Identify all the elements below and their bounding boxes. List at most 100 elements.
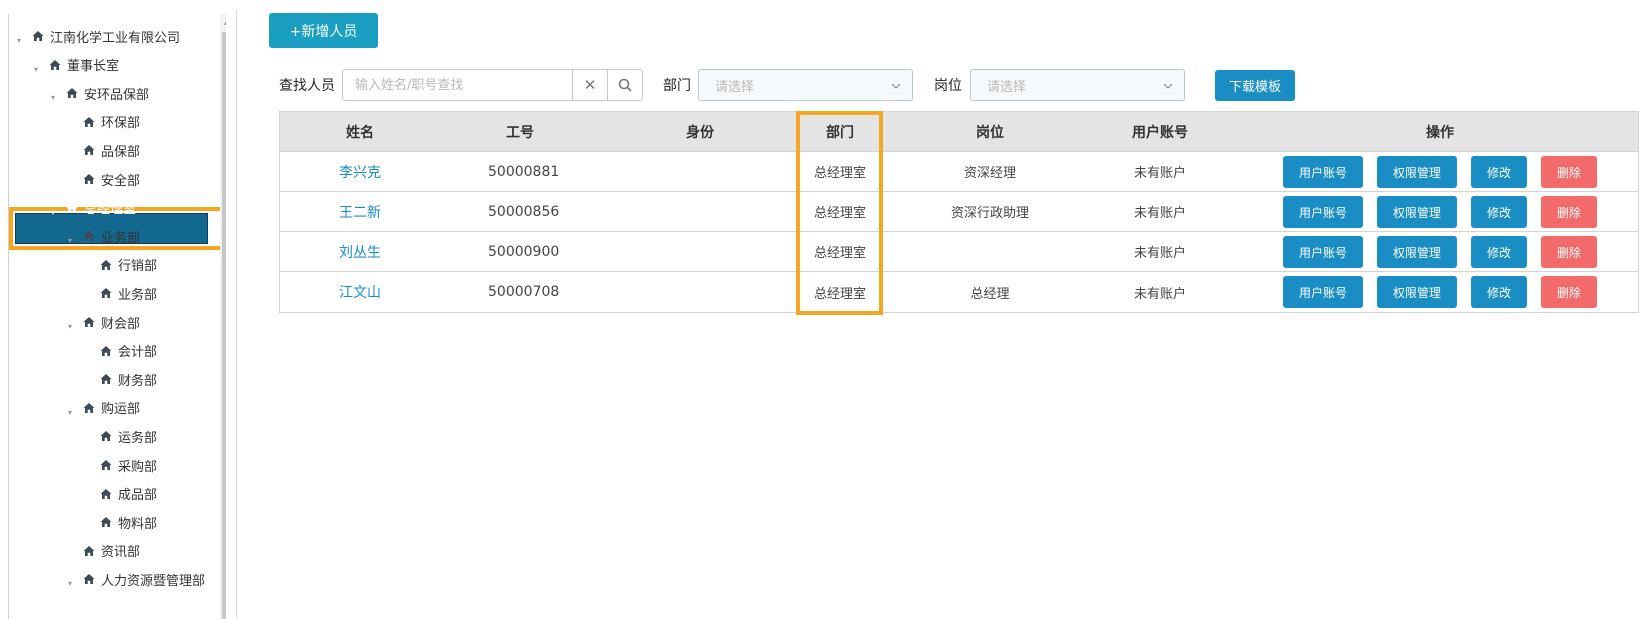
expand-caret-icon[interactable]: ▾	[51, 81, 63, 105]
house-icon	[80, 545, 98, 557]
person-account: 未有账户	[1133, 246, 1186, 261]
tree-node-label: 业务部	[101, 230, 141, 246]
tree-node[interactable]: 物料部	[85, 510, 157, 534]
caret-spacer	[85, 253, 97, 277]
tree-node[interactable]: ▾ 江南化学工业有限公司	[17, 24, 180, 48]
tree-node[interactable]: ▾ 董事长室	[34, 53, 119, 77]
tree-node[interactable]: ▾ 总经理室	[51, 196, 136, 220]
house-icon	[97, 430, 115, 442]
tree-node[interactable]: ▾ 业务部	[68, 224, 140, 248]
caret-spacer	[85, 482, 97, 506]
house-icon	[80, 173, 98, 185]
caret-spacer	[85, 453, 97, 477]
delete-button[interactable]: 删除	[1541, 156, 1597, 188]
house-icon	[80, 402, 98, 414]
tree-node-label: 运务部	[118, 430, 158, 446]
house-icon	[80, 230, 98, 242]
tree-node[interactable]: ▾ 人力资源暨管理部	[68, 567, 205, 591]
account-button[interactable]: 用户账号	[1283, 276, 1363, 308]
tree-scrollbar[interactable]: ▲	[220, 14, 226, 619]
chevron-down-icon	[1163, 83, 1173, 89]
tree-node[interactable]: 资讯部	[68, 539, 140, 563]
tree-node[interactable]: 会计部	[85, 339, 157, 363]
house-icon	[97, 488, 115, 500]
chevron-down-icon	[891, 83, 901, 89]
permission-button[interactable]: 权限管理	[1377, 196, 1457, 228]
expand-caret-icon[interactable]: ▾	[68, 224, 80, 248]
tree-node[interactable]: 运务部	[85, 424, 157, 448]
edit-button[interactable]: 修改	[1471, 156, 1527, 188]
account-button[interactable]: 用户账号	[1283, 156, 1363, 188]
download-template-button[interactable]: 下载模板	[1215, 70, 1295, 101]
expand-caret-icon[interactable]: ▾	[51, 196, 63, 220]
expand-caret-icon[interactable]: ▾	[68, 396, 80, 420]
edit-button[interactable]: 修改	[1471, 196, 1527, 228]
tree-node[interactable]: 行销部	[85, 253, 157, 277]
edit-button[interactable]: 修改	[1471, 276, 1527, 308]
tree-node-label: 江南化学工业有限公司	[50, 30, 181, 46]
permission-button[interactable]: 权限管理	[1377, 236, 1457, 268]
account-button[interactable]: 用户账号	[1283, 236, 1363, 268]
scroll-up-icon[interactable]: ▲	[220, 14, 226, 30]
tree-node-label: 董事长室	[67, 59, 120, 75]
dept-label: 部门	[663, 78, 691, 94]
tree-node[interactable]: ▾ 安环品保部	[51, 81, 149, 105]
table-row: 李兴克 50000881 总经理室 资深经理 未有账户 用户账号 权限管理 修改…	[280, 152, 1638, 192]
person-identity	[600, 152, 800, 191]
person-post: 总经理	[970, 286, 1010, 302]
caret-spacer	[68, 138, 80, 162]
person-identity	[600, 232, 800, 271]
clear-icon[interactable]: ✕	[572, 70, 607, 100]
expand-caret-icon[interactable]: ▾	[68, 310, 80, 334]
person-identity	[600, 192, 800, 231]
tree-node[interactable]: 品保部	[68, 138, 140, 162]
tree-node-label: 业务部	[118, 287, 158, 303]
delete-button[interactable]: 删除	[1541, 236, 1597, 268]
house-icon	[29, 30, 47, 42]
person-dept: 总经理室	[813, 286, 866, 302]
header-post: 岗位	[976, 124, 1004, 141]
search-icon[interactable]	[607, 70, 642, 100]
dept-select[interactable]: 请选择	[698, 69, 913, 101]
tree-node-label: 购运部	[101, 402, 141, 418]
caret-spacer	[68, 110, 80, 134]
tree-node[interactable]: 业务部	[85, 281, 157, 305]
post-label: 岗位	[934, 78, 962, 94]
account-button[interactable]: 用户账号	[1283, 196, 1363, 228]
expand-caret-icon[interactable]: ▾	[68, 567, 80, 591]
tree-node[interactable]: 财务部	[85, 367, 157, 391]
tree-node[interactable]: 采购部	[85, 453, 157, 477]
caret-spacer	[85, 339, 97, 363]
house-icon	[63, 87, 81, 99]
delete-button[interactable]: 删除	[1541, 196, 1597, 228]
edit-button[interactable]: 修改	[1471, 236, 1527, 268]
post-select[interactable]: 请选择	[970, 69, 1185, 101]
search-label: 查找人员	[279, 78, 335, 94]
tree-node-label: 资讯部	[101, 545, 141, 561]
person-dept: 总经理室	[813, 166, 866, 181]
search-input[interactable]	[343, 70, 572, 100]
caret-spacer	[85, 367, 97, 391]
permission-button[interactable]: 权限管理	[1377, 156, 1457, 188]
tree-node[interactable]: ▾ 财会部	[68, 310, 140, 334]
caret-spacer	[68, 167, 80, 191]
tree-node[interactable]: 安全部	[68, 167, 140, 191]
house-icon	[97, 459, 115, 471]
tree-node[interactable]: 环保部	[68, 110, 140, 134]
search-box: ✕	[342, 69, 643, 101]
header-name: 姓名	[346, 124, 374, 141]
permission-button[interactable]: 权限管理	[1377, 276, 1457, 308]
expand-caret-icon[interactable]: ▾	[34, 53, 46, 77]
delete-button[interactable]: 删除	[1541, 276, 1597, 308]
person-post: 资深行政助理	[950, 206, 1029, 221]
header-id: 工号	[506, 124, 534, 141]
expand-caret-icon[interactable]: ▾	[17, 24, 29, 48]
tree-node[interactable]: ▾ 购运部	[68, 396, 140, 420]
tree-node-label: 财务部	[118, 373, 158, 389]
add-person-button[interactable]: +新增人员	[269, 13, 378, 48]
person-dept: 总经理室	[813, 246, 866, 261]
house-icon	[97, 373, 115, 385]
tree-node-label: 行销部	[118, 259, 158, 275]
tree-node[interactable]: 成品部	[85, 482, 157, 506]
scroll-thumb[interactable]	[222, 32, 226, 619]
